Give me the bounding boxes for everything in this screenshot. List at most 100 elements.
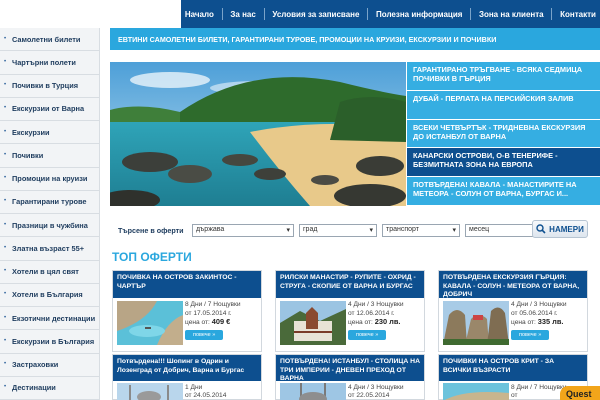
offer-card-info: 4 Дни / 3 Нощувки от 22.05.2014 xyxy=(348,384,422,400)
sidebar-item-cruise-promos[interactable]: • Промоции на круизи xyxy=(0,168,99,191)
offer-card-image[interactable] xyxy=(443,383,509,400)
month-select[interactable]: месец▾ xyxy=(465,223,541,237)
country-select-value: държава xyxy=(196,225,225,233)
promo-bar-text: ЕВТИНИ САМОЛЕТНИ БИЛЕТИ, ГАРАНТИРАНИ ТУР… xyxy=(118,34,497,44)
bullet-icon: • xyxy=(4,244,7,251)
offer-card-info: 4 Дни / 3 Нощувки от 12.06.2014 г. цена … xyxy=(348,301,422,340)
nav-useful-info[interactable]: Полезна информация xyxy=(376,10,462,19)
offer-card[interactable]: ПОЧИВКА НА ОСТРОВ ЗАКИНТОС - ЧАРТЪР 8 Дн… xyxy=(112,270,262,352)
promo-item-kavala[interactable]: ПОТВЪРДЕНА! КАВАЛА - МАНАСТИРИТЕ НА МЕТЕ… xyxy=(407,177,600,206)
city-select[interactable]: град ▾ xyxy=(299,223,377,237)
offer-price-label: цена от: xyxy=(511,319,536,326)
sidebar-item-label: Златна възраст 55+ xyxy=(12,243,85,253)
transport-select-value: транспорт xyxy=(386,225,419,233)
sidebar-item-label: Празници в чужбина xyxy=(12,220,88,230)
nav-home[interactable]: Начало xyxy=(185,10,214,19)
nav-booking-terms[interactable]: Условия за записване xyxy=(272,10,359,19)
nav-separator xyxy=(221,8,223,20)
offer-date: от 22.05.2014 xyxy=(348,392,390,399)
header: Начало За нас Условия за записване Полез… xyxy=(0,0,600,28)
bullet-icon: • xyxy=(4,175,7,182)
nav-about[interactable]: За нас xyxy=(230,10,255,19)
rila-monastery-image xyxy=(280,301,346,345)
more-button[interactable]: повече » xyxy=(511,329,550,340)
sidebar-item-flight-tickets[interactable]: • Самолетни билети xyxy=(0,28,99,52)
offer-card-title[interactable]: ПОЧИВКИ НА ОСТРОВ КРИТ - ЗА ВСИЧКИ ВЪЗРА… xyxy=(439,355,587,381)
offer-card-info: 8 Дни / 7 Нощувки от 17.05.2014 г. цена … xyxy=(185,301,259,340)
promo-item-dubai[interactable]: ДУБАЙ - ПЕРЛАТА НА ПЕРСИЙСКИЯ ЗАЛИВ xyxy=(407,90,600,120)
sidebar-item-label: Хотели в цял свят xyxy=(12,267,79,277)
offer-card-image[interactable] xyxy=(280,301,346,345)
promo-item-istanbul[interactable]: ВСЕКИ ЧЕТВЪРТЪК - ТРИДНЕВНА ЕКСКУРЗИЯ ДО… xyxy=(407,119,600,149)
find-button[interactable]: НАМЕРИ xyxy=(532,220,588,238)
offer-price-label: цена от: xyxy=(185,319,210,326)
offer-duration: 4 Дни / 3 Нощувки xyxy=(348,384,404,391)
zakynthos-image xyxy=(117,301,183,345)
sidebar-item-turkey-holidays[interactable]: • Почивки в Турция xyxy=(0,75,99,98)
chat-button[interactable]: Quest xyxy=(560,386,600,400)
bullet-icon: • xyxy=(4,384,7,391)
banner-image[interactable] xyxy=(110,62,406,206)
bullet-icon: • xyxy=(4,35,7,42)
search-icon xyxy=(536,224,546,234)
sidebar-item-golden-age[interactable]: • Златна възраст 55+ xyxy=(0,237,99,261)
promo-item-greece[interactable]: ГАРАНТИРАНО ТРЪГВАНЕ - ВСЯКА СЕДМИЦА ПОЧ… xyxy=(407,62,600,91)
offer-card-title[interactable]: ПОТВЪРДЕНА ЕКСКУРЗИЯ ГЪРЦИЯ: КАВАЛА - СО… xyxy=(439,271,587,298)
nav-contacts[interactable]: Контакти xyxy=(560,10,596,19)
sidebar-item-label: Гарантирани турове xyxy=(12,197,87,207)
top-navigation: Начало За нас Условия за записване Полез… xyxy=(181,0,600,28)
promo-item-canary[interactable]: КАНАРСКИ ОСТРОВИ, О-В ТЕНЕРИФЕ - БЕЗМИТН… xyxy=(407,148,600,178)
offer-card-image[interactable] xyxy=(117,383,183,400)
offer-card[interactable]: РИЛСКИ МАНАСТИР - РУПИТЕ - ОХРИД - СТРУГ… xyxy=(275,270,425,352)
sidebar-item-guaranteed-tours[interactable]: • Гарантирани турове xyxy=(0,191,99,214)
promo-bar: ЕВТИНИ САМОЛЕТНИ БИЛЕТИ, ГАРАНТИРАНИ ТУР… xyxy=(110,28,600,50)
offer-duration: 1 Дни xyxy=(185,384,203,391)
offer-card[interactable]: ПОТВЪРДЕНА! ИСТАНБУЛ - СТОЛИЦА НА ТРИ ИМ… xyxy=(275,354,425,400)
sidebar-item-holidays[interactable]: • Почивки xyxy=(0,144,99,168)
offer-card-info: 4 Дни / 3 Нощувки от 05.06.2014 г. цена … xyxy=(511,301,585,340)
istanbul-image xyxy=(280,383,346,400)
more-button[interactable]: повече » xyxy=(185,329,224,340)
sidebar-item-holidays-abroad[interactable]: • Празници в чужбина xyxy=(0,214,99,238)
meteora-image xyxy=(443,301,509,345)
sidebar-item-tours-from-varna[interactable]: • Екскурзии от Варна xyxy=(0,98,99,121)
sidebar-item-tours-bulgaria[interactable]: • Екскурзии в България xyxy=(0,330,99,354)
offer-card-title[interactable]: ПОТВЪРДЕНА! ИСТАНБУЛ - СТОЛИЦА НА ТРИ ИМ… xyxy=(276,355,424,381)
sidebar-item-label: Дестинации xyxy=(12,383,56,393)
bullet-icon: • xyxy=(4,361,7,368)
sidebar-item-label: Самолетни билети xyxy=(12,34,81,44)
chevron-down-icon: ▾ xyxy=(286,226,290,234)
offer-card-image[interactable] xyxy=(280,383,346,400)
nav-separator xyxy=(367,8,369,20)
chevron-down-icon: ▾ xyxy=(452,226,456,234)
offer-price-label: цена от: xyxy=(348,319,373,326)
bullet-icon: • xyxy=(4,82,7,89)
offer-card-title[interactable]: ПОЧИВКА НА ОСТРОВ ЗАКИНТОС - ЧАРТЪР xyxy=(113,271,261,298)
offer-card-title[interactable]: Потвърдена!!! Шопинг в Одрин и Лозенград… xyxy=(113,355,261,381)
sidebar-item-hotels-world[interactable]: • Хотели в цял свят xyxy=(0,261,99,284)
sidebar-item-exotic[interactable]: • Екзотични дестинации xyxy=(0,307,99,331)
sidebar-item-tours[interactable]: • Екскурзии xyxy=(0,121,99,145)
transport-select[interactable]: транспорт ▾ xyxy=(382,223,460,237)
nav-client-zone[interactable]: Зона на клиента xyxy=(479,10,544,19)
sidebar-item-label: Почивки xyxy=(12,150,44,160)
sidebar-item-destinations[interactable]: • Дестинации xyxy=(0,377,99,400)
offer-card[interactable]: Потвърдена!!! Шопинг в Одрин и Лозенград… xyxy=(112,354,262,400)
sidebar-item-label: Екзотични дестинации xyxy=(12,313,96,323)
sidebar-item-label: Промоции на круизи xyxy=(12,174,88,184)
offer-card-title[interactable]: РИЛСКИ МАНАСТИР - РУПИТЕ - ОХРИД - СТРУГ… xyxy=(276,271,424,298)
nav-separator xyxy=(263,8,265,20)
sidebar-item-label: Почивки в Турция xyxy=(12,81,79,91)
promo-list: ГАРАНТИРАНО ТРЪГВАНЕ - ВСЯКА СЕДМИЦА ПОЧ… xyxy=(407,62,600,206)
offer-card-image[interactable] xyxy=(443,301,509,345)
offer-card[interactable]: ПОТВЪРДЕНА ЕКСКУРЗИЯ ГЪРЦИЯ: КАВАЛА - СО… xyxy=(438,270,588,352)
sidebar-item-charter-flights[interactable]: • Чартърни полети xyxy=(0,51,99,75)
more-button[interactable]: повече » xyxy=(348,329,387,340)
bullet-icon: • xyxy=(4,58,7,65)
sidebar-item-insurance[interactable]: • Застраховки xyxy=(0,354,99,377)
sidebar-item-hotels-bulgaria[interactable]: • Хотели в България xyxy=(0,284,99,307)
offer-card-image[interactable] xyxy=(117,301,183,345)
country-select[interactable]: държава ▾ xyxy=(192,223,294,237)
offer-duration: 4 Дни / 3 Нощувки xyxy=(511,301,567,308)
nav-separator xyxy=(551,8,553,20)
